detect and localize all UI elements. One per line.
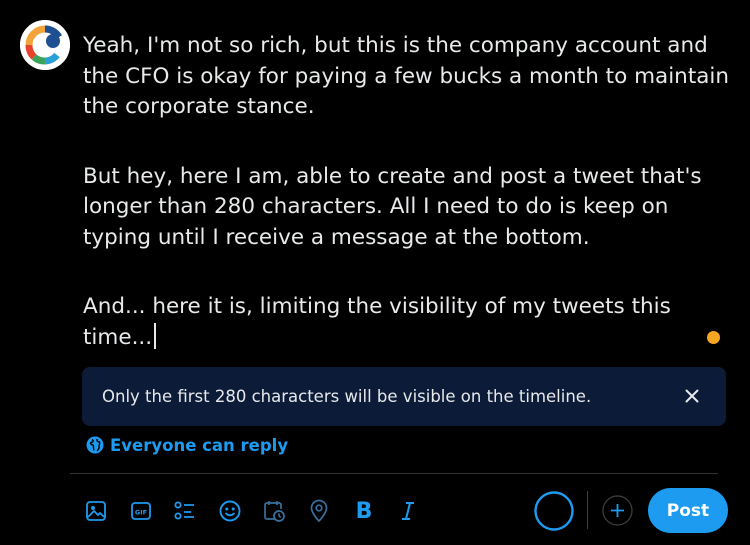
image-icon[interactable] (82, 496, 110, 526)
bold-icon[interactable]: B (350, 496, 378, 526)
location-icon[interactable] (305, 496, 333, 526)
toolbar-separator (587, 491, 588, 529)
character-limit-notice: Only the first 280 characters will be vi… (82, 367, 726, 426)
poll-icon[interactable] (171, 496, 199, 526)
close-icon[interactable] (682, 386, 702, 406)
svg-text:GIF: GIF (135, 509, 147, 517)
italic-icon[interactable] (394, 496, 422, 526)
compose-paragraph-2: But hey, here I am, able to create and p… (83, 163, 709, 250)
reply-setting-button[interactable]: Everyone can reply (86, 433, 288, 457)
text-caret (154, 322, 156, 349)
tweet-compose-textarea[interactable]: Yeah, I'm not so rich, but this is the c… (83, 31, 733, 353)
character-count-indicator (707, 331, 720, 344)
plus-icon (602, 495, 633, 526)
emoji-icon[interactable] (216, 496, 244, 526)
company-logo-icon (20, 20, 70, 70)
notice-text: Only the first 280 characters will be vi… (102, 387, 592, 406)
compose-paragraph-3: And... here it is, limiting the visibili… (83, 294, 678, 350)
compose-paragraph-1: Yeah, I'm not so rich, but this is the c… (83, 33, 736, 119)
post-button[interactable]: Post (648, 488, 728, 533)
character-progress-ring (533, 490, 575, 532)
avatar[interactable] (20, 20, 70, 70)
schedule-icon[interactable] (260, 496, 288, 526)
reply-setting-label: Everyone can reply (110, 435, 289, 455)
compose-paragraph-3-wrap: And... here it is, limiting the visibili… (83, 292, 733, 353)
globe-icon (86, 436, 104, 454)
divider (70, 473, 718, 474)
gif-icon[interactable]: GIF (127, 496, 155, 526)
add-tweet-button[interactable] (602, 495, 633, 526)
